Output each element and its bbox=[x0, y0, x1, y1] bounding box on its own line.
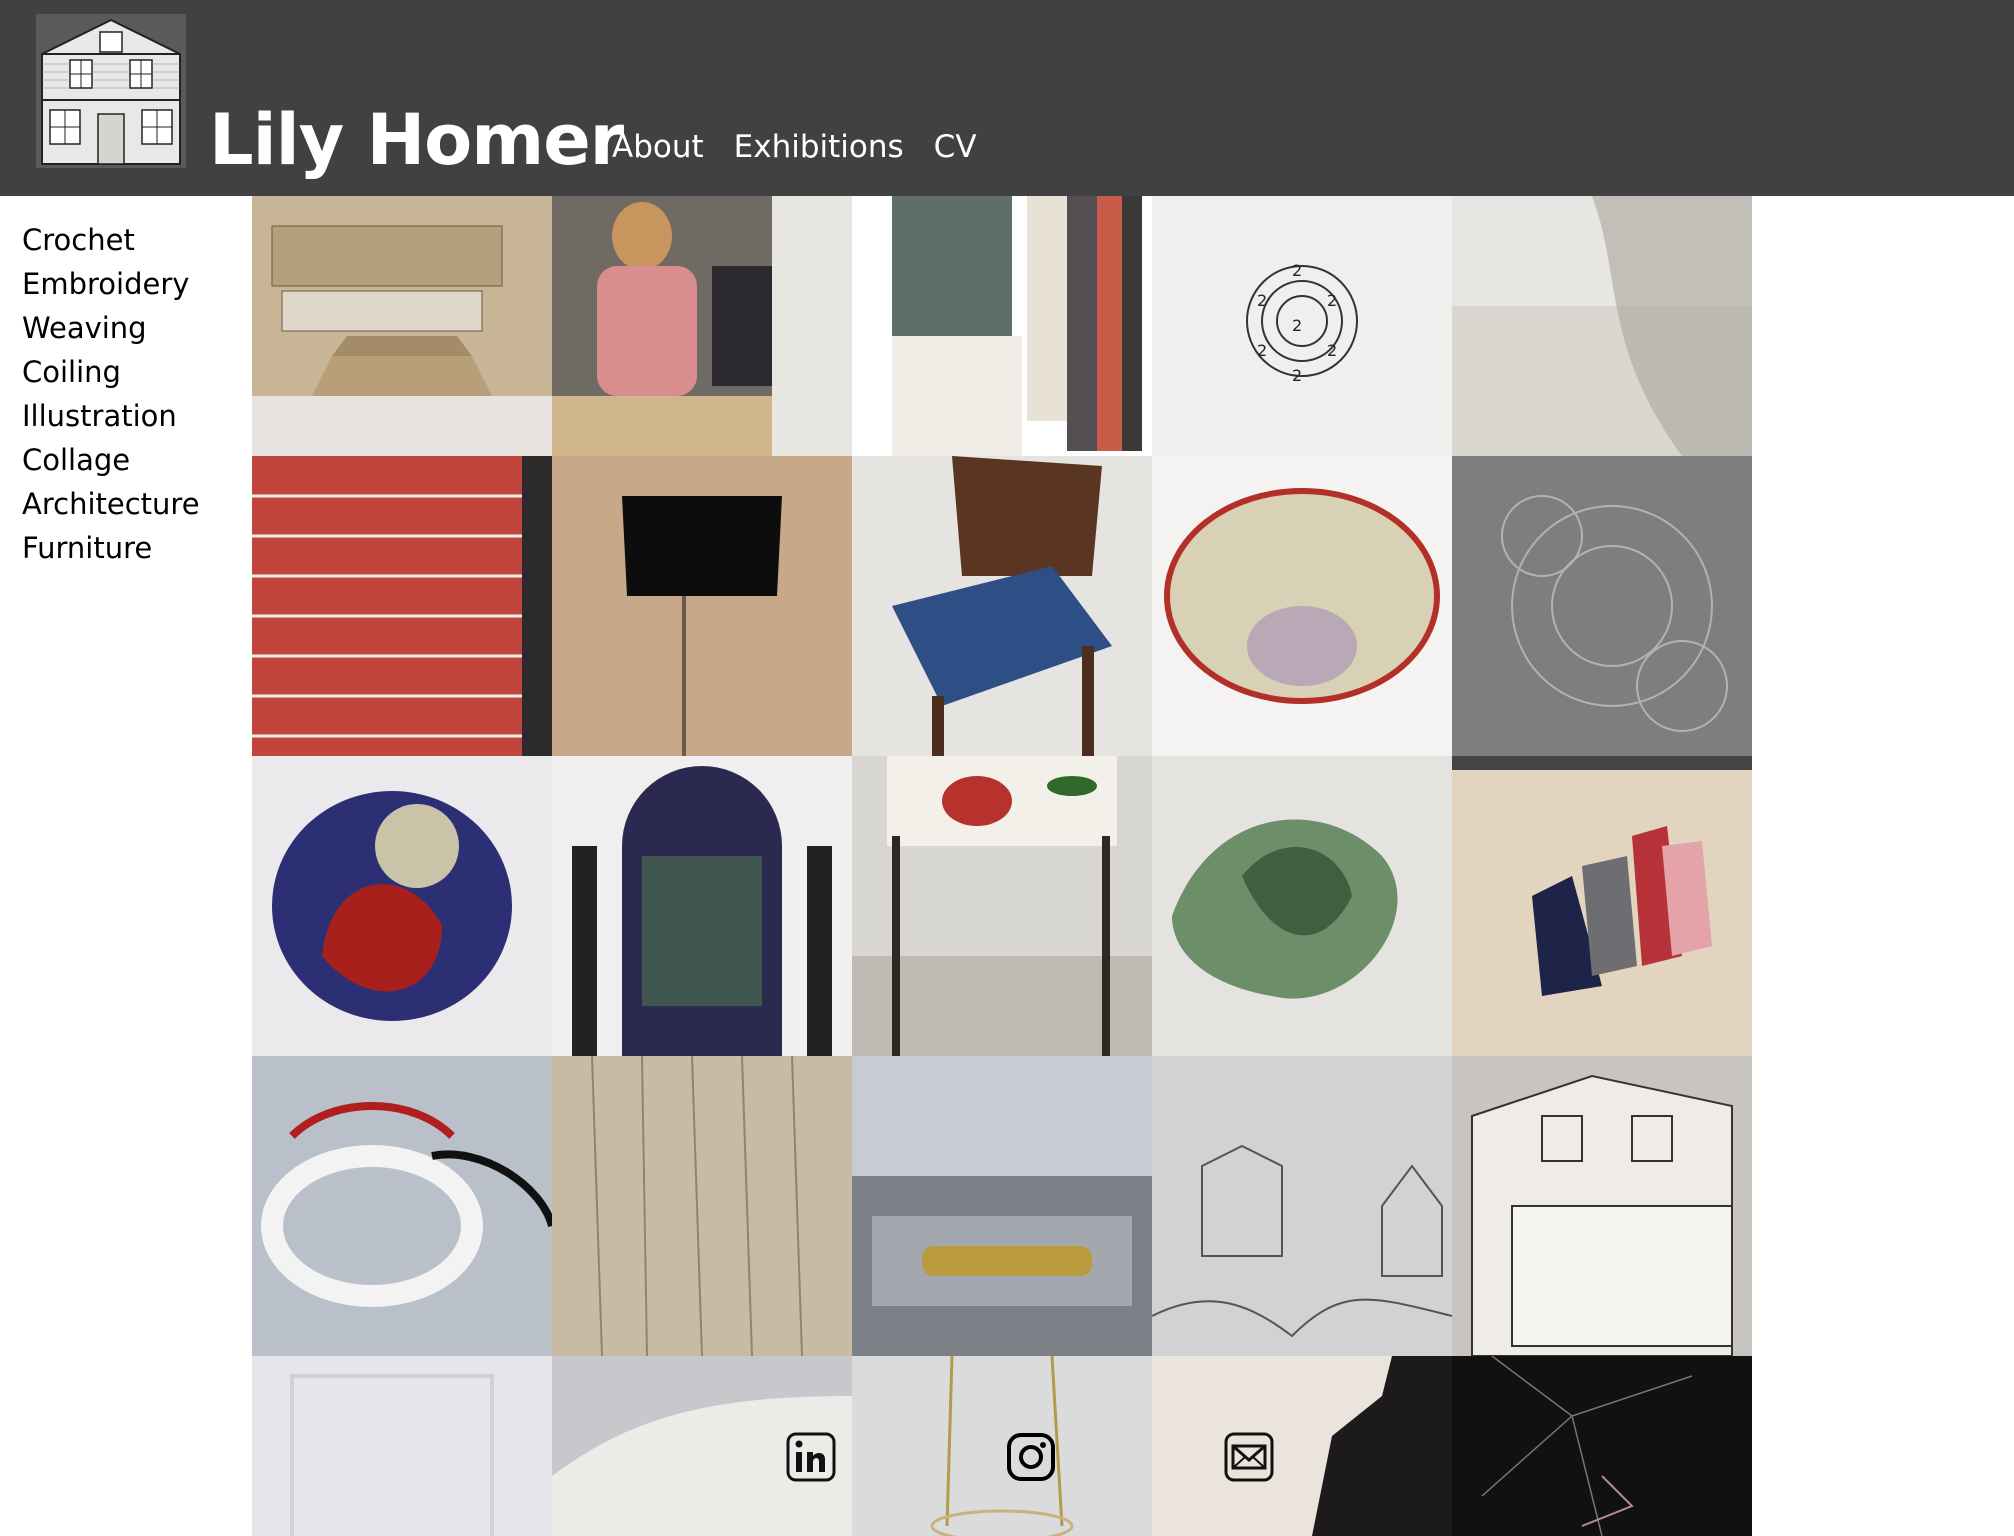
svg-text:2: 2 bbox=[1292, 366, 1302, 385]
instagram-icon[interactable] bbox=[1006, 1432, 1056, 1482]
sidebar-item-coiling[interactable]: Coiling bbox=[22, 350, 200, 394]
gallery-tile-house-sketches[interactable] bbox=[1152, 1056, 1452, 1356]
svg-text:2: 2 bbox=[1292, 316, 1302, 335]
nav-about[interactable]: About bbox=[612, 124, 704, 170]
svg-text:2: 2 bbox=[1257, 341, 1267, 360]
gallery-tile-white-paper-collage[interactable] bbox=[1152, 1356, 1452, 1536]
gallery-tile-crochet-wire-basket[interactable] bbox=[1152, 456, 1452, 756]
svg-text:2: 2 bbox=[1327, 291, 1337, 310]
gallery-tile-house-drawing[interactable] bbox=[1452, 1056, 1752, 1356]
svg-text:2: 2 bbox=[1257, 291, 1267, 310]
sidebar-item-weaving[interactable]: Weaving bbox=[22, 306, 200, 350]
svg-text:2: 2 bbox=[1292, 261, 1302, 280]
gallery-tile-architectural-model[interactable] bbox=[252, 196, 552, 456]
gallery-tile-floral-stool[interactable] bbox=[852, 756, 1152, 1056]
top-navigation: About Exhibitions CV bbox=[612, 124, 977, 170]
gallery-tile-scissors-on-cushion[interactable] bbox=[552, 456, 852, 756]
gallery-tile-pleated-fabric[interactable] bbox=[552, 1056, 852, 1356]
gallery-tile-red-white-weaving[interactable] bbox=[252, 456, 552, 756]
sidebar-item-crochet[interactable]: Crochet bbox=[22, 218, 200, 262]
nav-cv[interactable]: CV bbox=[934, 124, 977, 170]
gallery-tile-book-spines[interactable] bbox=[852, 196, 1152, 456]
gallery-tile-green-embroidery[interactable] bbox=[1152, 756, 1452, 1056]
gallery-tile-embroidered-rooster[interactable] bbox=[252, 756, 552, 1056]
nav-exhibitions[interactable]: Exhibitions bbox=[734, 124, 904, 170]
gallery-tile-white-wall-panel[interactable] bbox=[252, 1356, 552, 1536]
sidebar-item-embroidery[interactable]: Embroidery bbox=[22, 262, 200, 306]
gallery-tile-sheer-mesh-fabric[interactable] bbox=[1452, 196, 1752, 456]
sidebar-item-illustration[interactable]: Illustration bbox=[22, 394, 200, 438]
gallery-tile-white-red-coiled-bowl[interactable] bbox=[252, 1056, 552, 1356]
sidebar-item-collage[interactable]: Collage bbox=[22, 438, 200, 482]
house-logo-icon[interactable] bbox=[36, 14, 186, 168]
gallery-tile-embroidered-doorway[interactable] bbox=[552, 756, 852, 1056]
linkedin-icon[interactable] bbox=[786, 1432, 836, 1482]
gallery-tile-abstract-embroidery[interactable] bbox=[1452, 756, 1752, 1056]
portfolio-gallery: 2 2 2 2 2 2 2 bbox=[252, 196, 1752, 1536]
sidebar-item-architecture[interactable]: Architecture bbox=[22, 482, 200, 526]
category-sidebar: Crochet Embroidery Weaving Coiling Illus… bbox=[22, 218, 200, 570]
gallery-tile-black-stitched-web[interactable] bbox=[1452, 1356, 1752, 1536]
gallery-tile-gold-thread-handle[interactable] bbox=[852, 1056, 1152, 1356]
site-title[interactable]: Lily Homer bbox=[209, 98, 624, 182]
gallery-tile-embroidered-2-pattern[interactable]: 2 2 2 2 2 2 2 bbox=[1152, 196, 1452, 456]
gallery-tile-woman-in-window[interactable] bbox=[552, 196, 852, 456]
sidebar-item-furniture[interactable]: Furniture bbox=[22, 526, 200, 570]
gallery-tile-woven-blue-chair[interactable] bbox=[852, 456, 1152, 756]
svg-text:2: 2 bbox=[1327, 341, 1337, 360]
gallery-tile-grey-knit-mesh[interactable] bbox=[1452, 456, 1752, 756]
email-icon[interactable] bbox=[1224, 1432, 1274, 1482]
gallery-tile-gold-hanging-chain[interactable] bbox=[852, 1356, 1152, 1536]
site-header: Lily Homer About Exhibitions CV bbox=[0, 0, 2014, 196]
